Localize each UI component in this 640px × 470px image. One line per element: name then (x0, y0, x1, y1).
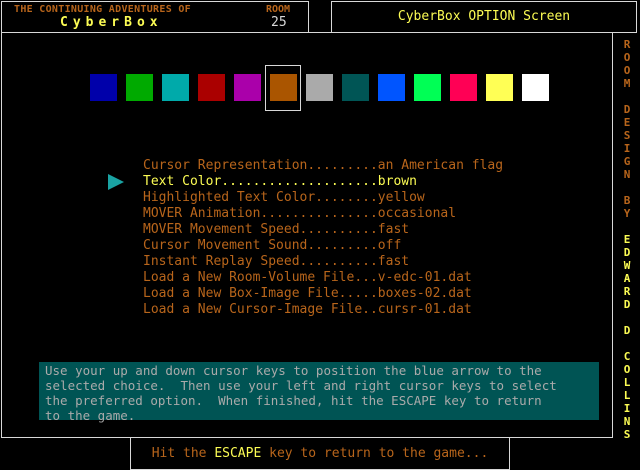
color-swatch[interactable] (126, 74, 153, 101)
color-swatch[interactable] (234, 74, 261, 101)
author-name: EDWARD D COLLINS (623, 233, 631, 441)
menu-item[interactable]: Load a New Box-Image File.....boxes-02.d… (143, 286, 503, 302)
menu-item[interactable]: Cursor Representation.........an America… (143, 158, 503, 174)
room-number: 25 (271, 15, 287, 30)
menu-item[interactable]: Text Color....................brown (143, 174, 503, 190)
color-swatch[interactable] (162, 74, 189, 101)
color-swatch[interactable] (486, 74, 513, 101)
adventures-label: THE CONTINUING ADVENTURES OF (14, 4, 191, 15)
color-swatch[interactable] (306, 74, 333, 101)
room-label: ROOM (266, 4, 291, 15)
selection-arrow-icon (108, 174, 124, 190)
color-swatch[interactable] (342, 74, 369, 101)
menu-item[interactable]: Load a New Room-Volume File...v-edc-01.d… (143, 270, 503, 286)
option-menu[interactable]: Cursor Representation.........an America… (143, 158, 503, 318)
menu-item[interactable]: MOVER Animation...............occasional (143, 206, 503, 222)
menu-item[interactable]: Instant Replay Speed..........fast (143, 254, 503, 270)
room-design-label: ROOM DESIGN BY (623, 38, 631, 220)
menu-item[interactable]: Load a New Cursor-Image File..cursr-01.d… (143, 302, 503, 318)
menu-item[interactable]: Cursor Movement Sound.........off (143, 238, 503, 254)
color-swatch[interactable] (198, 74, 225, 101)
color-swatch[interactable] (522, 74, 549, 101)
color-swatch[interactable] (414, 74, 441, 101)
screen-title: CyberBox OPTION Screen (397, 9, 571, 24)
escape-key-label: ESCAPE (214, 446, 262, 461)
room-design-credit: ROOM DESIGN BY EDWARD D COLLINS (619, 38, 635, 441)
menu-item[interactable]: Highlighted Text Color........yellow (143, 190, 503, 206)
color-swatch[interactable] (90, 74, 117, 101)
selected-swatch-frame (265, 65, 301, 111)
game-title: CyberBox (60, 15, 163, 30)
color-swatch[interactable] (450, 74, 477, 101)
footer-hint: Hit the ESCAPE key to return to the game… (130, 446, 510, 461)
footer-after: key to return to the game... (261, 446, 489, 461)
instructions-panel: Use your up and down cursor keys to posi… (39, 362, 599, 423)
menu-item[interactable]: MOVER Movement Speed..........fast (143, 222, 503, 238)
footer-before: Hit the (151, 446, 215, 461)
color-swatch[interactable] (378, 74, 405, 101)
